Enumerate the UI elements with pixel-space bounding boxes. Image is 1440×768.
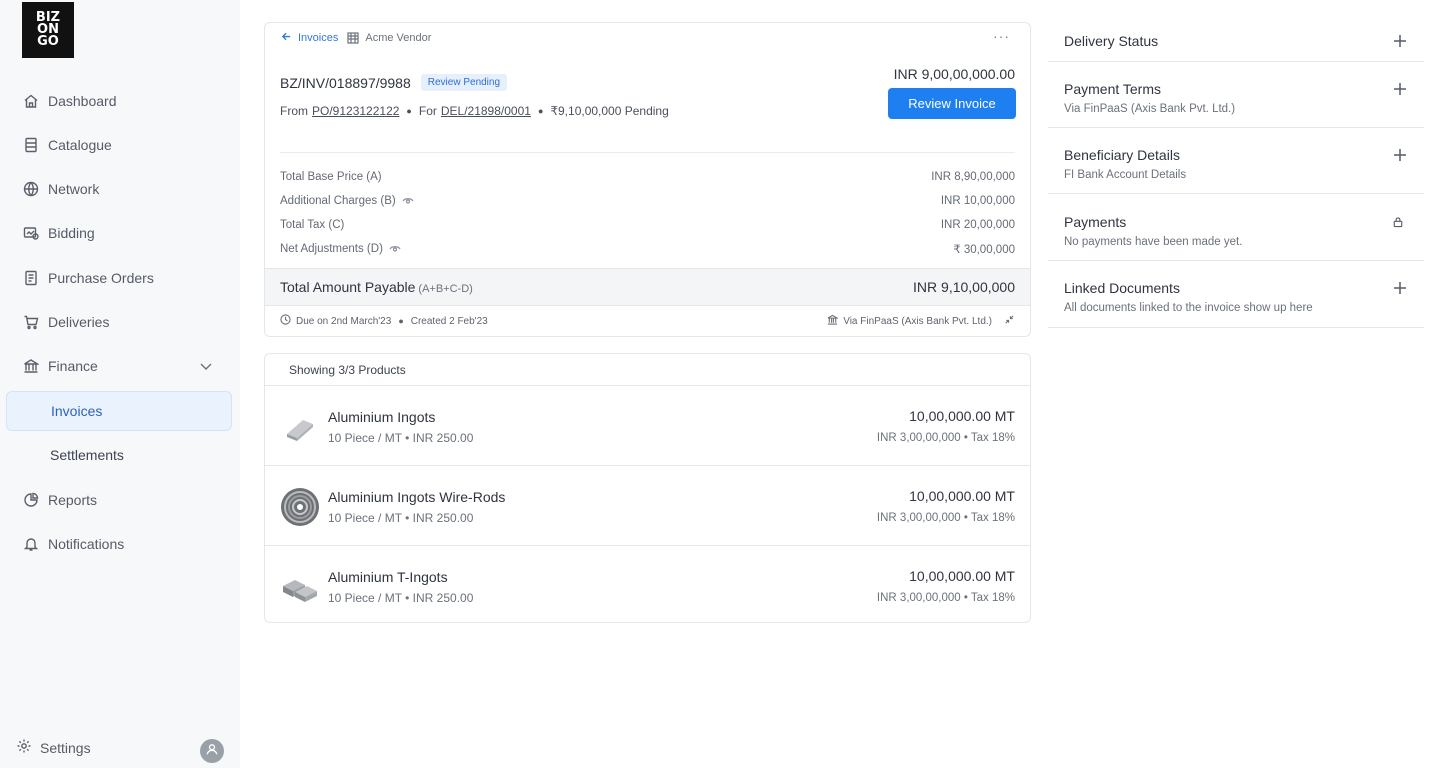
breakdown-row-base-price: Total Base Price (A) INR 8,90,00,000 bbox=[280, 171, 1015, 183]
section-subtitle: All documents linked to the invoice show… bbox=[1064, 302, 1313, 314]
aluminium-wire-rod-image bbox=[281, 488, 319, 526]
section-title: Beneficiary Details bbox=[1064, 147, 1180, 163]
sidebar-item-finance[interactable]: Finance bbox=[6, 346, 232, 386]
vendor-name: Acme Vendor bbox=[365, 32, 432, 44]
section-subtitle: No payments have been made yet. bbox=[1064, 236, 1243, 248]
review-invoice-button[interactable]: Review Invoice bbox=[888, 88, 1016, 119]
breakdown-row-total-tax: Total Tax (C) INR 20,00,000 bbox=[280, 219, 1015, 231]
po-number-link[interactable]: PO/9123122122 bbox=[312, 104, 399, 118]
payments-section[interactable]: Payments No payments have been made yet. bbox=[1048, 194, 1424, 261]
product-meta: 10 Piece / MT • INR 250.00 bbox=[328, 511, 474, 525]
user-avatar[interactable] bbox=[200, 739, 224, 763]
plus-icon[interactable] bbox=[1392, 33, 1408, 49]
home-icon bbox=[22, 92, 40, 110]
total-amount-bar: Total Amount Payable (A+B+C-D) INR 9,10,0… bbox=[265, 268, 1030, 306]
product-meta: 10 Piece / MT • INR 250.00 bbox=[328, 591, 474, 605]
pie-chart-icon bbox=[22, 491, 40, 509]
invoice-footer: Due on 2nd March'23 ● Created 2 Feb'23 V… bbox=[280, 314, 1015, 328]
delivery-number-link[interactable]: DEL/21898/0001 bbox=[441, 104, 531, 118]
document-icon bbox=[22, 269, 40, 287]
arrow-left-icon bbox=[281, 31, 298, 45]
total-amount: INR 9,10,00,000 bbox=[913, 279, 1015, 295]
section-subtitle: FI Bank Account Details bbox=[1064, 169, 1187, 181]
clock-icon bbox=[280, 314, 296, 328]
globe-icon bbox=[22, 180, 40, 198]
section-subtitle: Via FinPaaS (Axis Bank Pvt. Ltd.) bbox=[1064, 103, 1236, 115]
breakdown-row-net-adjustments: Net Adjustments (D) ₹ 30,00,000 bbox=[280, 242, 1015, 257]
total-label: Total Amount Payable bbox=[280, 279, 416, 295]
eye-icon[interactable] bbox=[396, 194, 414, 209]
sidebar-item-purchase-orders[interactable]: Purchase Orders bbox=[6, 258, 232, 298]
invoice-summary-card: Invoices Acme Vendor ··· BZ/INV/018897/9… bbox=[264, 22, 1031, 337]
section-title: Delivery Status bbox=[1064, 33, 1159, 49]
pending-amount: ₹9,10,00,000 Pending bbox=[550, 104, 669, 118]
total-formula: (A+B+C-D) bbox=[418, 283, 473, 295]
products-heading: Showing 3/3 Products bbox=[265, 354, 1030, 386]
section-title: Payment Terms bbox=[1064, 81, 1161, 97]
cart-icon bbox=[22, 313, 40, 331]
product-row[interactable]: Aluminium T-Ingots 10 Piece / MT • INR 2… bbox=[265, 546, 1030, 622]
sidebar-item-dashboard[interactable]: Dashboard bbox=[6, 81, 232, 121]
chevron-down-icon[interactable] bbox=[198, 358, 214, 374]
invoice-number: BZ/INV/018897/9988 bbox=[280, 74, 411, 91]
bell-icon bbox=[22, 535, 40, 553]
product-quantity: 10,00,000.00 MT bbox=[909, 488, 1015, 504]
bidding-icon bbox=[22, 224, 40, 242]
product-price: INR 3,00,00,000 • Tax 18% bbox=[876, 512, 1015, 524]
divider bbox=[280, 152, 1015, 153]
product-price: INR 3,00,00,000 • Tax 18% bbox=[876, 592, 1015, 604]
due-date: Due on 2nd March'23 bbox=[296, 315, 392, 327]
plus-icon[interactable] bbox=[1392, 280, 1408, 296]
plus-icon[interactable] bbox=[1392, 81, 1408, 97]
sidebar-item-deliveries[interactable]: Deliveries bbox=[6, 302, 232, 342]
product-name: Aluminium Ingots Wire-Rods bbox=[328, 489, 506, 505]
sidebar: BIZ ON GO Dashboard Catalogue Network Bi… bbox=[0, 0, 240, 768]
breadcrumb: Invoices Acme Vendor bbox=[281, 31, 431, 45]
breakdown-row-additional-charges: Additional Charges (B) INR 10,00,000 bbox=[280, 194, 1015, 209]
sidebar-item-bidding[interactable]: Bidding bbox=[6, 213, 232, 253]
sidebar-item-invoices[interactable]: Invoices bbox=[6, 391, 232, 431]
user-icon bbox=[205, 742, 219, 761]
product-quantity: 10,00,000.00 MT bbox=[909, 568, 1015, 584]
aluminium-t-ingot-image bbox=[283, 580, 317, 602]
aluminium-ingot-image bbox=[287, 420, 313, 441]
product-name: Aluminium T-Ingots bbox=[328, 569, 448, 585]
product-row[interactable]: Aluminium Ingots Wire-Rods 10 Piece / MT… bbox=[265, 466, 1030, 546]
products-card: Showing 3/3 Products Aluminium Ingots 10… bbox=[264, 353, 1031, 623]
eye-icon[interactable] bbox=[383, 242, 401, 257]
beneficiary-details-section[interactable]: Beneficiary Details FI Bank Account Deta… bbox=[1048, 128, 1424, 194]
catalogue-icon bbox=[22, 136, 40, 154]
delivery-status-section[interactable]: Delivery Status bbox=[1048, 22, 1424, 62]
product-quantity: 10,00,000.00 MT bbox=[909, 408, 1015, 424]
product-name: Aluminium Ingots bbox=[328, 409, 436, 425]
sidebar-item-catalogue[interactable]: Catalogue bbox=[6, 125, 232, 165]
linked-documents-section[interactable]: Linked Documents All documents linked to… bbox=[1048, 261, 1424, 328]
payment-terms-section[interactable]: Payment Terms Via FinPaaS (Axis Bank Pvt… bbox=[1048, 62, 1424, 128]
sidebar-item-settlements[interactable]: Settlements bbox=[6, 435, 232, 475]
payment-via: Via FinPaaS (Axis Bank Pvt. Ltd.) bbox=[843, 315, 992, 327]
section-title: Payments bbox=[1064, 214, 1127, 230]
plus-icon[interactable] bbox=[1392, 147, 1408, 163]
status-badge: Review Pending bbox=[420, 74, 508, 91]
product-row[interactable]: Aluminium Ingots 10 Piece / MT • INR 250… bbox=[265, 386, 1030, 466]
lock-icon bbox=[1392, 215, 1408, 231]
sidebar-item-reports[interactable]: Reports bbox=[6, 480, 232, 520]
more-options-icon[interactable]: ··· bbox=[993, 28, 1010, 44]
section-title: Linked Documents bbox=[1064, 280, 1180, 296]
invoice-reference-line: From PO/9123122122 ● For DEL/21898/0001 … bbox=[280, 104, 669, 118]
product-price: INR 3,00,00,000 • Tax 18% bbox=[876, 432, 1015, 444]
invoice-amount: INR 9,00,00,000.00 bbox=[893, 66, 1015, 82]
sidebar-item-network[interactable]: Network bbox=[6, 169, 232, 209]
gear-icon bbox=[16, 738, 40, 757]
back-to-invoices-link[interactable]: Invoices bbox=[281, 31, 338, 45]
bizongo-logo[interactable]: BIZ ON GO bbox=[22, 2, 74, 58]
product-meta: 10 Piece / MT • INR 250.00 bbox=[328, 431, 474, 445]
bank-icon bbox=[827, 314, 843, 328]
vendor-building-icon bbox=[346, 31, 360, 45]
sidebar-item-notifications[interactable]: Notifications bbox=[6, 524, 232, 564]
settings-link[interactable]: Settings bbox=[16, 738, 91, 757]
bank-icon bbox=[22, 357, 40, 375]
created-date: Created 2 Feb'23 bbox=[410, 315, 488, 327]
collapse-icon[interactable] bbox=[1004, 314, 1015, 328]
